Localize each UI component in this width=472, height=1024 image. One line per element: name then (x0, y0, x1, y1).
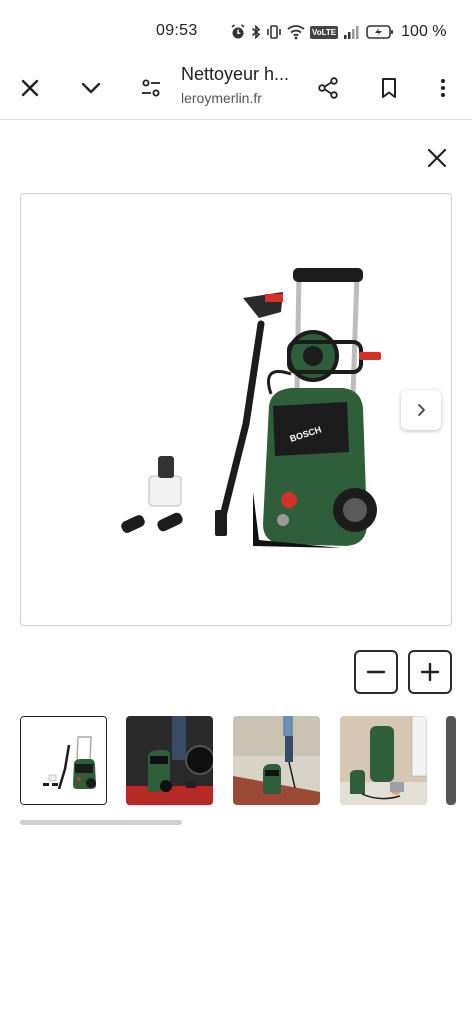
close-icon (21, 79, 39, 97)
thumbnail-4[interactable] (340, 716, 427, 805)
zoom-out-button[interactable] (354, 650, 398, 694)
wifi-icon (287, 24, 305, 40)
site-settings-button[interactable] (129, 66, 173, 110)
tune-icon (142, 79, 160, 97)
chevron-down-icon (81, 82, 101, 94)
next-image-button[interactable] (401, 390, 441, 430)
share-button[interactable] (306, 66, 350, 110)
page-domain: leroymerlin.fr (181, 90, 262, 106)
thumbnail-strip[interactable] (20, 716, 472, 806)
page-title-block[interactable]: Nettoyeur h... leroymerlin.fr (181, 64, 301, 106)
browser-toolbar: Nettoyeur h... leroymerlin.fr (0, 56, 472, 120)
zoom-in-button[interactable] (408, 650, 452, 694)
page-title: Nettoyeur h... (181, 64, 290, 84)
close-icon (427, 148, 447, 168)
bluetooth-icon (251, 24, 261, 40)
thumbnail-garden-scene (340, 716, 427, 805)
status-icons: VoLTE 100 % (230, 20, 447, 44)
signal-icon (343, 24, 361, 40)
chevron-right-icon (418, 404, 425, 416)
battery-icon (366, 24, 394, 40)
minus-icon (366, 670, 386, 674)
bookmark-button[interactable] (367, 66, 411, 110)
thumbnail-5[interactable] (446, 716, 456, 805)
thumbnail-patio-scene (233, 716, 320, 805)
image-viewer-close-button[interactable] (415, 136, 459, 180)
volte-badge: VoLTE (310, 25, 339, 39)
vibrate-icon (266, 24, 282, 40)
product-image-pressure-washer: BOSCH (121, 268, 381, 548)
thumbnail-2[interactable] (126, 716, 213, 805)
thumbnail-scrollbar[interactable] (20, 820, 182, 825)
thumbnail-product-studio (21, 717, 106, 804)
plus-icon (420, 662, 440, 682)
status-bar: 09:53 VoLTE 100 % (0, 0, 472, 64)
product-image-frame[interactable]: BOSCH (20, 193, 452, 626)
battery-percentage: 100 % (401, 23, 447, 40)
more-options-button[interactable] (421, 66, 465, 110)
minimize-button[interactable] (69, 66, 113, 110)
bookmark-icon (382, 78, 396, 98)
thumbnail-1[interactable] (20, 716, 107, 805)
close-tab-button[interactable] (8, 66, 52, 110)
share-icon (318, 77, 338, 99)
status-time: 09:53 (156, 22, 198, 39)
thumbnail-garage-scene (126, 716, 213, 805)
alarm-icon (230, 24, 246, 40)
thumbnail-3[interactable] (233, 716, 320, 805)
more-vert-icon (441, 79, 445, 97)
